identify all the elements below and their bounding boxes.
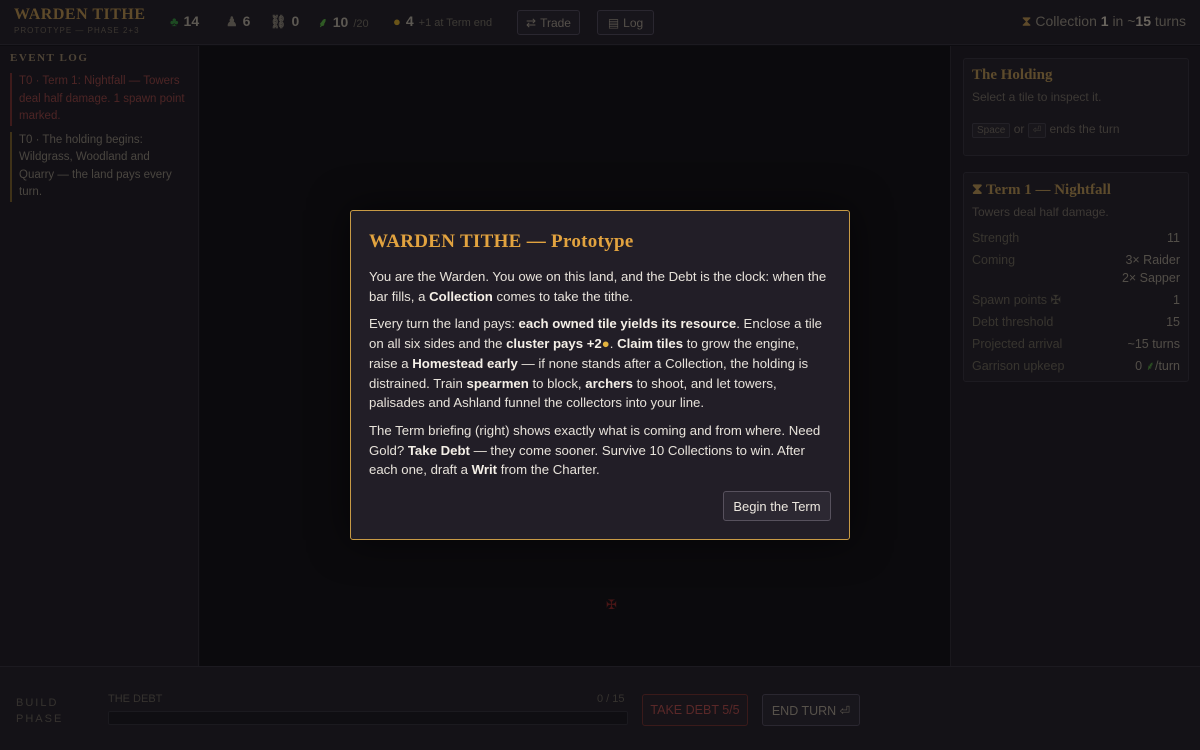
scroll-icon: ▤ [607, 15, 620, 30]
tree-icon: ♣ [170, 14, 179, 29]
log-button[interactable]: ▤ Log [597, 10, 654, 35]
top-bar: WARDEN TITHE PROTOTYPE — PHASE 2+3 ♣ 14 … [0, 0, 1200, 45]
dialog-title: WARDEN TITHE — Prototype [369, 231, 634, 252]
brand: WARDEN TITHE PROTOTYPE — PHASE 2+3 [14, 6, 146, 35]
spawn-icon: ✠ [1050, 293, 1062, 307]
event-log-panel: EVENT LOG T0 · Term 1: Nightfall — Tower… [0, 46, 199, 666]
hourglass-icon: ⧗ [1021, 13, 1032, 29]
term-description: Towers deal half damage. [972, 205, 1109, 219]
holding-title: The Holding [972, 67, 1053, 83]
resource-value: 0 [291, 13, 300, 29]
resource-food: ⸙ 10 /20 [318, 13, 369, 31]
resource-wood: ♣ 14 [170, 13, 199, 29]
game-title: WARDEN TITHE [14, 6, 146, 23]
dialog-paragraph-intro: You are the Warden. You owe on this land… [369, 269, 827, 304]
event-log-heading: EVENT LOG [10, 52, 89, 64]
stat-row: Garrison upkeep 0 ⸙/turn [972, 359, 1180, 373]
debt-progress-bar [108, 711, 628, 725]
hourglass-icon: ⧗ [972, 182, 983, 198]
dialog-paragraph-goal: The Term briefing (right) shows exactly … [369, 422, 821, 478]
term-title: ⧗ Term 1 — Nightfall [972, 182, 1111, 198]
gold-coin-icon: ● [601, 336, 610, 352]
bottom-bar: BUILD PHASE THE DEBT 0 / 15 TAKE DEBT 5/… [0, 666, 1200, 750]
stat-row: Coming 3× Raider 2× Sapper [972, 253, 1180, 285]
debt-count: 0 / 15 [597, 693, 625, 705]
space-key: Space [972, 123, 1011, 138]
wheat-icon: ⸙ [1145, 359, 1155, 373]
resource-value: 10 [332, 14, 349, 30]
dialog-paragraph-rules: Every turn the land pays: each owned til… [369, 316, 822, 411]
chain-icon: ⛓ [270, 14, 287, 29]
resource-value: 4 [405, 13, 414, 29]
resource-max: /20 [353, 18, 369, 30]
term-briefing-card: ⧗ Term 1 — Nightfall Towers deal half da… [963, 172, 1189, 382]
holding-hint: Select a tile to inspect it. [972, 90, 1102, 104]
trade-button[interactable]: ⇄ Trade [517, 10, 580, 35]
wheat-icon: ⸙ [318, 15, 328, 30]
log-label: Log [623, 15, 644, 30]
trade-icon: ⇄ [526, 15, 537, 30]
debt-label: THE DEBT [108, 693, 163, 705]
intro-dialog: WARDEN TITHE — Prototype You are the War… [350, 210, 850, 540]
holding-card: The Holding Select a tile to inspect it.… [963, 58, 1189, 156]
resource-stone: ♟ 6 [226, 13, 250, 30]
gold-bag-icon: ● [393, 14, 401, 29]
enter-key: ⏎ [1027, 123, 1047, 138]
game-subtitle: PROTOTYPE — PHASE 2+3 [14, 26, 140, 35]
collection-countdown: ⧗ Collection 1 in ~15 turns [1021, 13, 1186, 29]
stat-row: Projected arrival ~15 turns [972, 337, 1180, 351]
stat-row: Spawn points ✠ 1 [972, 293, 1180, 307]
stone-icon: ♟ [226, 14, 238, 29]
resource-gold: ● 4 +1 at Term end [393, 13, 492, 29]
begin-term-button[interactable]: Begin the Term [723, 491, 831, 521]
take-debt-button[interactable]: TAKE DEBT 5/5 [642, 694, 748, 726]
spawn-point-icon[interactable]: ✠ [606, 597, 617, 613]
log-entry: T0 · The holding begins: Wildgrass, Wood… [10, 131, 188, 202]
resource-value: 6 [242, 13, 251, 29]
phase-indicator: BUILD PHASE [16, 697, 64, 725]
resource-value: 14 [183, 13, 200, 29]
stat-row: Strength 11 [972, 231, 1180, 245]
info-panel: The Holding Select a tile to inspect it.… [950, 46, 1200, 666]
stat-row: Debt threshold 15 [972, 315, 1180, 329]
end-turn-button[interactable]: END TURN ⏎ [762, 694, 860, 726]
gold-income-note: +1 at Term end [418, 17, 493, 29]
end-turn-hint: Space or ⏎ ends the turn [972, 122, 1180, 138]
resource-iron: ⛓ 0 [270, 13, 299, 30]
trade-label: Trade [540, 15, 571, 30]
log-entry: T0 · Term 1: Nightfall — Towers deal hal… [10, 73, 188, 126]
